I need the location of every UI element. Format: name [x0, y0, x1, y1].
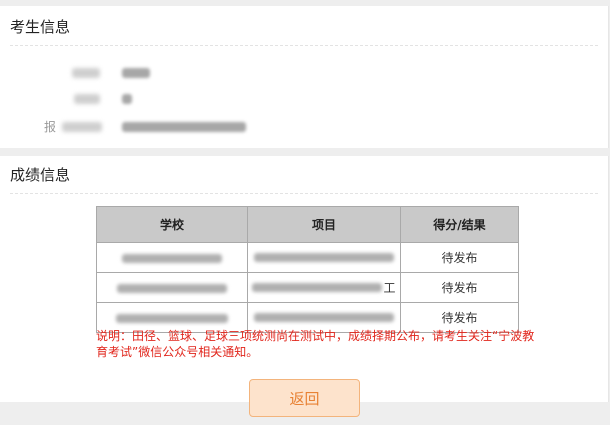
result-cell: 待发布 — [400, 272, 519, 303]
page: 考生信息 报 成绩信息 学校 项目 得分/结果 待发布 工 待发布 待发布 说明… — [0, 0, 610, 425]
score-info-section: 成绩信息 学校 项目 得分/结果 待发布 工 待发布 待发布 说明：田径、篮球、… — [0, 156, 609, 402]
name-label-redacted — [72, 68, 100, 78]
gender-label-redacted — [74, 94, 100, 104]
score-info-title: 成绩信息 — [10, 164, 598, 194]
exam-number-label-fragment: 报 — [44, 120, 57, 134]
candidate-info-title: 考生信息 — [10, 16, 598, 46]
back-button[interactable]: 返回 — [249, 379, 360, 417]
table-row: 待发布 — [96, 242, 519, 273]
exam-number-value-redacted — [122, 122, 246, 132]
exam-number-label-redacted — [62, 122, 102, 132]
school-cell-redacted — [96, 242, 248, 273]
name-value-redacted — [122, 68, 150, 78]
score-note: 说明：田径、篮球、足球三项统测尚在测试中，成绩择期公布，请考生关注“宁波教育考试… — [96, 329, 535, 359]
info-row-name — [0, 64, 608, 82]
column-header-school: 学校 — [96, 206, 248, 243]
project-cell — [247, 242, 401, 273]
result-cell: 待发布 — [400, 242, 519, 273]
table-row: 工 待发布 — [96, 272, 519, 303]
score-table-header-row: 学校 项目 得分/结果 — [96, 206, 519, 243]
project-suffix: 工 — [383, 281, 396, 295]
gender-value-redacted — [122, 94, 132, 104]
score-table: 学校 项目 得分/结果 待发布 工 待发布 待发布 — [96, 206, 519, 333]
column-header-result: 得分/结果 — [400, 206, 519, 243]
candidate-info-section: 考生信息 报 — [0, 6, 609, 148]
info-row-exam-number: 报 — [0, 118, 608, 136]
column-header-project: 项目 — [247, 206, 401, 243]
school-cell-redacted — [96, 272, 248, 303]
info-row-gender — [0, 90, 608, 108]
project-cell: 工 — [247, 272, 401, 303]
